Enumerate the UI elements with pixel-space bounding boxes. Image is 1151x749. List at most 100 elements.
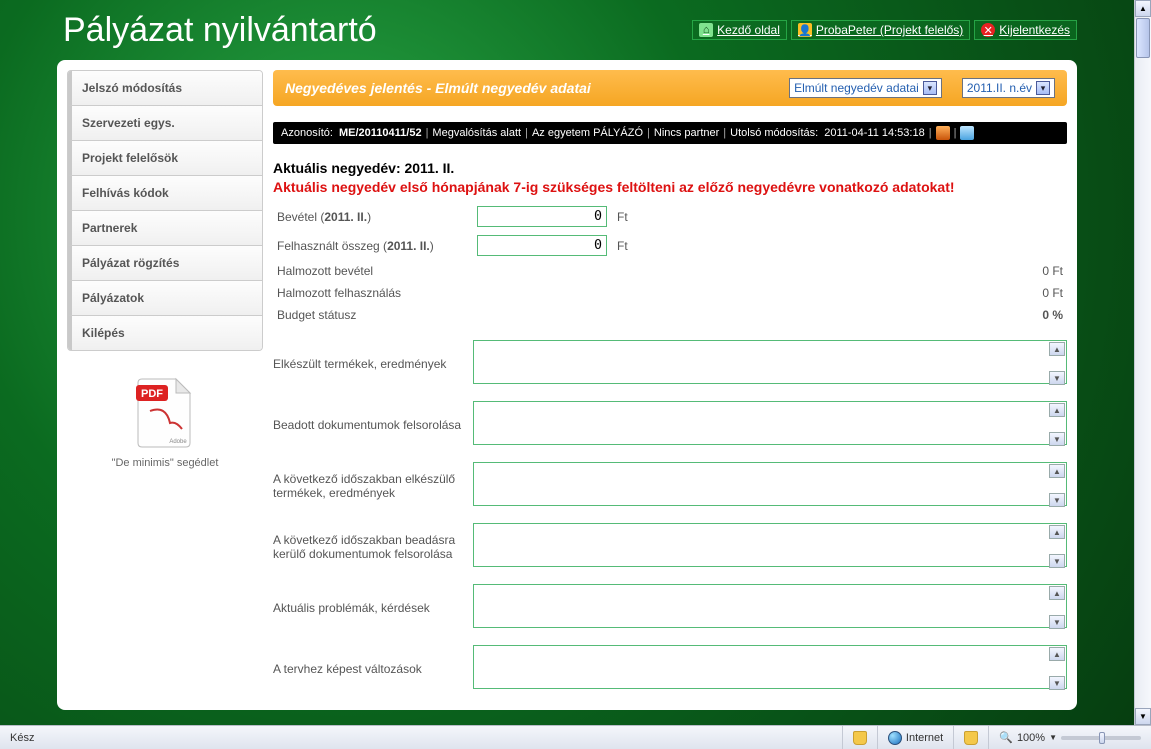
section-header: Negyedéves jelentés - Elmúlt negyedév ad… xyxy=(273,70,1067,106)
sum-budget-value: 0 % xyxy=(792,304,1067,326)
textarea-row: A következő időszakban beadásra kerülő d… xyxy=(273,523,1067,570)
status-zone[interactable]: Internet xyxy=(877,726,953,749)
textarea-spin-up[interactable]: ▲ xyxy=(1049,342,1065,356)
content-card: Jelszó módosítás Szervezeti egys. Projek… xyxy=(57,60,1077,710)
svg-text:Adobe: Adobe xyxy=(169,439,187,445)
felhasznalt-unit: Ft xyxy=(613,231,792,260)
globe-icon xyxy=(888,731,902,745)
textarea-input-0[interactable] xyxy=(473,340,1067,384)
textarea-label: A következő időszakban elkészülő terméke… xyxy=(273,472,473,500)
period-select[interactable]: 2011.II. n.év ▾ xyxy=(962,78,1055,98)
pdf-helper[interactable]: PDF Adobe "De minimis" segédlet xyxy=(67,371,263,469)
sidebar-item-exit[interactable]: Kilépés xyxy=(68,316,262,350)
vertical-scrollbar[interactable]: ▲ ▼ xyxy=(1134,0,1151,725)
zoom-out-icon[interactable]: 🔍 xyxy=(999,731,1013,744)
main-content: Negyedéves jelentés - Elmúlt negyedév ad… xyxy=(273,70,1067,700)
zoom-slider[interactable] xyxy=(1061,736,1141,740)
sidebar-item-org[interactable]: Szervezeti egys. xyxy=(68,106,262,141)
status-protected-mode[interactable] xyxy=(953,726,988,749)
textarea-input-3[interactable] xyxy=(473,523,1067,567)
pdf-icon: PDF Adobe xyxy=(130,371,200,451)
zoom-value: 100% xyxy=(1017,732,1045,744)
textarea-spin-up[interactable]: ▲ xyxy=(1049,464,1065,478)
textarea-input-4[interactable] xyxy=(473,584,1067,628)
status-security[interactable] xyxy=(842,726,877,749)
sidebar-menu: Jelszó módosítás Szervezeti egys. Projek… xyxy=(67,70,263,351)
chevron-down-icon[interactable]: ▼ xyxy=(1049,733,1057,742)
sidebar-item-call-codes[interactable]: Felhívás kódok xyxy=(68,176,262,211)
scroll-track[interactable] xyxy=(1135,59,1151,708)
sidebar-item-managers[interactable]: Projekt felelősök xyxy=(68,141,262,176)
textarea-spin-down[interactable]: ▼ xyxy=(1049,615,1065,629)
top-links: ⌂ Kezdő oldal 👤 ProbaPeter (Projekt fele… xyxy=(692,20,1077,40)
home-link[interactable]: ⌂ Kezdő oldal xyxy=(692,20,787,40)
sum-bevetel-value: 0 Ft xyxy=(792,260,1067,282)
textarea-row: Aktuális problémák, kérdések ▲ ▼ xyxy=(273,584,1067,631)
sum-bevetel-label: Halmozott bevétel xyxy=(273,260,792,282)
info-role: Az egyetem PÁLYÁZÓ xyxy=(532,127,643,139)
numeric-form: Bevétel (2011. II.) Ft Felhaszná xyxy=(273,202,1067,326)
textarea-input-1[interactable] xyxy=(473,401,1067,445)
textarea-spin-up[interactable]: ▲ xyxy=(1049,403,1065,417)
scroll-thumb[interactable] xyxy=(1136,18,1150,58)
data-scope-value: Elmúlt negyedév adatai xyxy=(794,81,919,95)
textarea-spin-up[interactable]: ▲ xyxy=(1049,525,1065,539)
sidebar-item-apps[interactable]: Pályázatok xyxy=(68,281,262,316)
logout-link-label: Kijelentkezés xyxy=(999,23,1070,37)
zoom-slider-handle[interactable] xyxy=(1099,732,1105,744)
sum-felh-label: Halmozott felhasználás xyxy=(273,282,792,304)
app-title: Pályázat nyilvántartó xyxy=(63,11,692,50)
textarea-label: A tervhez képest változások xyxy=(273,662,473,676)
info-partner: Nincs partner xyxy=(654,127,719,139)
sidebar: Jelszó módosítás Szervezeti egys. Projek… xyxy=(67,70,263,700)
info-mod-time: 2011-04-11 14:53:18 xyxy=(824,127,925,139)
info-status: Megvalósítás alatt xyxy=(432,127,521,139)
textarea-label: Beadott dokumentumok felsorolása xyxy=(273,418,473,432)
status-zone-label: Internet xyxy=(906,732,943,744)
textarea-row: Elkészült termékek, eredmények▲▼ xyxy=(273,340,1067,387)
bevetel-input[interactable] xyxy=(477,206,607,227)
bevetel-label: Bevétel (2011. II.) xyxy=(273,202,473,231)
chevron-down-icon: ▾ xyxy=(1036,81,1050,95)
info-mod-prefix: Utolsó módosítás: xyxy=(730,127,818,139)
sidebar-item-partners[interactable]: Partnerek xyxy=(68,211,262,246)
data-scope-select[interactable]: Elmúlt negyedév adatai ▾ xyxy=(789,78,942,98)
house-icon[interactable] xyxy=(936,126,950,140)
sidebar-item-password[interactable]: Jelszó módosítás xyxy=(68,71,262,106)
home-link-label: Kezdő oldal xyxy=(717,23,780,37)
sum-felh-value: 0 Ft xyxy=(792,282,1067,304)
scroll-down-button[interactable]: ▼ xyxy=(1135,708,1151,725)
status-left: Kész xyxy=(0,726,44,749)
user-link[interactable]: 👤 ProbaPeter (Projekt felelős) xyxy=(791,20,970,40)
textarea-label: A következő időszakban beadásra kerülő d… xyxy=(273,533,473,561)
sidebar-item-new-app[interactable]: Pályázat rögzítés xyxy=(68,246,262,281)
textarea-spin-down[interactable]: ▼ xyxy=(1049,554,1065,568)
textarea-spin-up[interactable]: ▲ xyxy=(1049,647,1065,661)
textarea-input-2[interactable] xyxy=(473,462,1067,506)
felhasznalt-input[interactable] xyxy=(477,235,607,256)
logout-link[interactable]: ✕ Kijelentkezés xyxy=(974,20,1077,40)
textarea-input-5[interactable] xyxy=(473,645,1067,689)
textarea-spin-down[interactable]: ▼ xyxy=(1049,432,1065,446)
status-bar: Kész Internet 🔍 100% ▼ xyxy=(0,725,1151,749)
form-area: Aktuális negyedév: 2011. II. Aktuális ne… xyxy=(273,144,1067,700)
current-period-label: Aktuális negyedév: 2011. II. xyxy=(273,160,1067,176)
zoom-control[interactable]: 🔍 100% ▼ xyxy=(988,726,1151,749)
textarea-label: Aktuális problémák, kérdések xyxy=(273,601,473,615)
scroll-up-button[interactable]: ▲ xyxy=(1135,0,1151,17)
textarea-row: A következő időszakban elkészülő terméke… xyxy=(273,462,1067,509)
textarea-spin-down[interactable]: ▼ xyxy=(1049,371,1065,385)
top-bar: Pályázat nyilvántartó ⌂ Kezdő oldal 👤 Pr… xyxy=(57,0,1077,60)
textarea-spin-up[interactable]: ▲ xyxy=(1049,586,1065,600)
user-link-label: ProbaPeter (Projekt felelős) xyxy=(816,23,963,37)
textarea-spin-down[interactable]: ▼ xyxy=(1049,676,1065,690)
bevetel-unit: Ft xyxy=(613,202,792,231)
user-icon: 👤 xyxy=(798,23,812,37)
textarea-row: Beadott dokumentumok felsorolása ▲ ▼ xyxy=(273,401,1067,448)
section-title: Negyedéves jelentés - Elmúlt negyedév ad… xyxy=(285,80,783,96)
home-icon: ⌂ xyxy=(699,23,713,37)
textarea-spin-down[interactable]: ▼ xyxy=(1049,493,1065,507)
svg-text:PDF: PDF xyxy=(141,388,163,400)
monitor-icon[interactable] xyxy=(960,126,974,140)
textarea-row: A tervhez képest változások ▲ ▼ xyxy=(273,645,1067,692)
